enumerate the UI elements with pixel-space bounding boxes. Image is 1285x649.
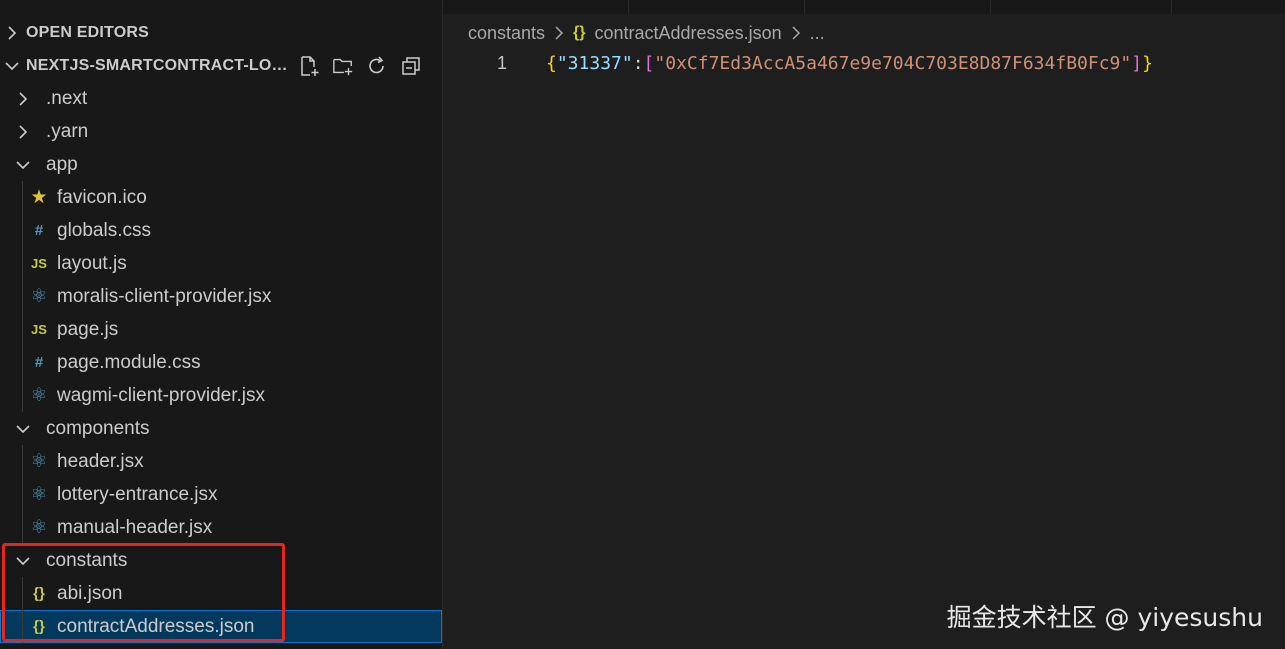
react-icon: ⚛ (30, 517, 48, 538)
tab[interactable] (443, 0, 629, 14)
code-content[interactable]: {"31337":["0xCf7Ed3AccA5a467e9e704C703E8… (546, 53, 1153, 74)
refresh-icon[interactable] (366, 55, 388, 77)
file-item[interactable]: ⚛ moralis-client-provider.jsx (0, 280, 442, 313)
workspace-title: NEXTJS-SMARTCONTRACT-LOT... (26, 56, 288, 74)
workspace-header[interactable]: NEXTJS-SMARTCONTRACT-LOT... (0, 49, 442, 82)
js-icon: JS (31, 322, 47, 337)
tree-item-label: moralis-client-provider.jsx (57, 285, 272, 307)
tree-item-label: constants (46, 549, 128, 571)
tree-item-label: wagmi-client-provider.jsx (57, 384, 266, 406)
chevron-right-icon (0, 25, 24, 40)
breadcrumb-file[interactable]: contractAddresses.json (595, 23, 782, 44)
tree-item-label: manual-header.jsx (57, 516, 213, 538)
open-editors-title: OPEN EDITORS (26, 23, 150, 41)
token-brace: } (1142, 52, 1153, 74)
react-icon: ⚛ (30, 286, 48, 307)
file-item[interactable]: ★ favicon.ico (0, 181, 442, 214)
chevron-right-icon (10, 91, 36, 106)
file-item[interactable]: ⚛ lottery-entrance.jsx (0, 478, 442, 511)
chevron-down-icon (10, 555, 36, 567)
file-item[interactable]: # globals.css (0, 214, 442, 247)
tree-item-label: globals.css (57, 219, 151, 241)
chevron-right-icon (791, 26, 801, 40)
tree-item-label: .next (46, 87, 88, 109)
explorer-sidebar: OPEN EDITORS NEXTJS-SMARTCONTRACT-LOT...… (0, 0, 443, 649)
tab[interactable] (805, 0, 991, 14)
json-icon: {} (573, 24, 586, 41)
token-bracket: [ (643, 52, 655, 74)
tree-item-label: lottery-entrance.jsx (57, 483, 218, 505)
tree-item-label: layout.js (57, 252, 127, 274)
file-item[interactable]: {} contractAddresses.json (0, 610, 442, 643)
token-bracket: ] (1131, 52, 1143, 74)
folder-item[interactable]: constants (0, 544, 442, 577)
breadcrumb-folder[interactable]: constants (468, 23, 545, 44)
css-icon: # (34, 222, 44, 239)
token-key: "31337" (556, 52, 633, 74)
folder-item[interactable]: app (0, 148, 442, 181)
breadcrumb-more[interactable]: ... (810, 23, 825, 44)
file-item[interactable]: ⚛ header.jsx (0, 445, 442, 478)
code-line[interactable]: 1 {"31337":["0xCf7Ed3AccA5a467e9e704C703… (443, 50, 1153, 76)
tree-item-label: contractAddresses.json (57, 615, 255, 637)
chevron-down-icon (10, 423, 36, 435)
new-folder-icon[interactable] (332, 55, 354, 77)
react-icon: ⚛ (30, 385, 48, 406)
folder-item[interactable]: .next (0, 82, 442, 115)
file-item[interactable]: ⚛ wagmi-client-provider.jsx (0, 379, 442, 412)
tree-item-label: app (46, 153, 78, 175)
token-brace: { (546, 52, 557, 74)
js-icon: JS (31, 256, 47, 271)
css-icon: # (34, 354, 44, 371)
tab-strip (443, 0, 1285, 14)
explorer-actions (298, 49, 422, 82)
tree-item-label: .yarn (46, 120, 89, 142)
token-string: "0xCf7Ed3AccA5a467e9e704C703E8D87F634fB0… (654, 52, 1132, 74)
json-icon: {} (33, 618, 45, 635)
tab[interactable] (991, 0, 1172, 14)
file-tree: .next .yarn app ★ favicon.ico # globals.css JS l… (0, 82, 442, 643)
tree-item-label: page.module.css (57, 351, 201, 373)
react-icon: ⚛ (30, 451, 48, 472)
react-icon: ⚛ (30, 484, 48, 505)
editor-area: constants {} contractAddresses.json ... … (443, 0, 1285, 649)
folder-item[interactable]: components (0, 412, 442, 445)
new-file-icon[interactable] (298, 55, 320, 77)
file-item[interactable]: ⚛ manual-header.jsx (0, 511, 442, 544)
indent-guide (22, 181, 23, 412)
tree-item-label: abi.json (57, 582, 123, 604)
tab[interactable] (629, 0, 805, 14)
tree-item-label: components (46, 417, 150, 439)
chevron-right-icon (10, 124, 36, 139)
indent-guide (22, 445, 23, 544)
file-item[interactable]: # page.module.css (0, 346, 442, 379)
indent-guide (22, 577, 23, 643)
chevron-down-icon (0, 60, 24, 72)
token-colon: : (632, 52, 644, 74)
folder-item[interactable]: .yarn (0, 115, 442, 148)
chevron-down-icon (10, 159, 36, 171)
star-icon: ★ (30, 187, 48, 208)
tree-item-label: page.js (57, 318, 119, 340)
collapse-all-icon[interactable] (400, 55, 422, 77)
line-number: 1 (496, 52, 507, 73)
chevron-right-icon (554, 26, 564, 40)
file-item[interactable]: JS layout.js (0, 247, 442, 280)
tree-item-label: header.jsx (57, 450, 144, 472)
watermark: 掘金技术社区 @ yiyesushu (946, 603, 1263, 632)
tree-item-label: favicon.ico (57, 186, 147, 208)
open-editors-header[interactable]: OPEN EDITORS (0, 16, 442, 49)
breadcrumb: constants {} contractAddresses.json ... (468, 20, 825, 46)
json-icon: {} (33, 585, 45, 602)
file-item[interactable]: JS page.js (0, 313, 442, 346)
file-item[interactable]: {} abi.json (0, 577, 442, 610)
